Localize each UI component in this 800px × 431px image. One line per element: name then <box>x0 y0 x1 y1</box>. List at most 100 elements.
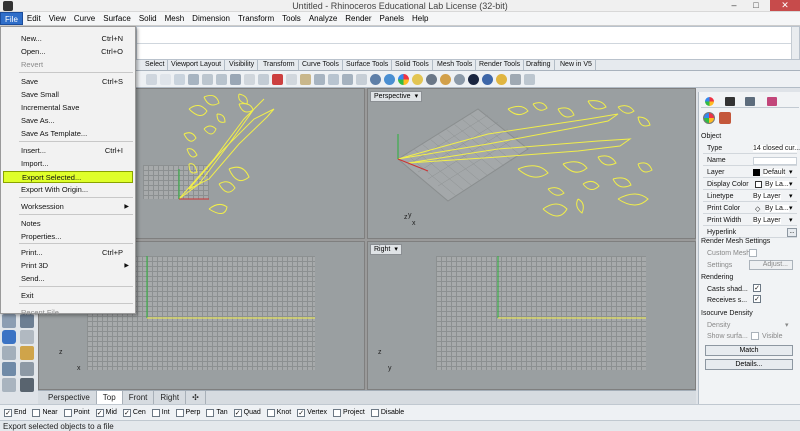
file-menu-item-worksession[interactable]: Worksession ▶ <box>3 201 133 213</box>
check-icon[interactable] <box>20 378 34 392</box>
mesh-icon[interactable] <box>2 346 16 360</box>
snap-end[interactable]: ✓ End <box>4 408 26 417</box>
snap-cen[interactable]: ✓ Cen <box>122 408 146 417</box>
tab-top[interactable]: Top <box>96 391 123 404</box>
file-menu-item-send[interactable]: Send... <box>3 273 133 285</box>
snap-quad[interactable]: ✓ Quad <box>233 408 261 417</box>
block-icon[interactable] <box>2 378 16 392</box>
undo-view-icon[interactable] <box>230 74 241 85</box>
snap-checkbox[interactable] <box>151 408 160 417</box>
prop-display-color-select[interactable]: By La... <box>765 181 789 188</box>
zoom-icon[interactable] <box>174 74 185 85</box>
menu-analyze[interactable]: Analyze <box>305 12 341 25</box>
lock-objects-icon[interactable] <box>300 74 311 85</box>
toolbar-tab-solid-tools[interactable]: Solid Tools <box>392 60 433 70</box>
snap-checkbox[interactable] <box>370 408 379 417</box>
dimension-icon[interactable] <box>20 346 34 360</box>
adjust-button[interactable]: Adjust... <box>749 260 793 270</box>
shaded-icon[interactable] <box>370 74 381 85</box>
snap-near[interactable]: Near <box>32 408 58 417</box>
show-objects-icon[interactable] <box>286 74 297 85</box>
toolbar-tab-surface-tools[interactable]: Surface Tools <box>343 60 393 70</box>
object-properties-icon[interactable] <box>703 112 715 124</box>
snap-checkbox[interactable] <box>63 408 72 417</box>
snap-checkbox[interactable]: ✓ <box>122 408 131 417</box>
snap-checkbox[interactable]: ✓ <box>233 408 242 417</box>
chevron-down-icon[interactable]: ▾ <box>789 216 793 224</box>
toolbar-tab-mesh-tools[interactable]: Mesh Tools <box>434 60 477 70</box>
snap-knot[interactable]: Knot <box>266 408 291 417</box>
casts-shadows-checkbox[interactable]: ✓ <box>753 284 761 292</box>
snap-perp[interactable]: Perp <box>175 408 200 417</box>
command-history[interactable] <box>136 26 800 60</box>
chevron-down-icon[interactable]: ▾ <box>785 321 789 329</box>
snap-checkbox[interactable] <box>175 408 184 417</box>
menu-transform[interactable]: Transform <box>234 12 278 25</box>
file-menu-item-export-with-origin[interactable]: Export With Origin... <box>3 184 133 196</box>
chevron-down-icon[interactable]: ▾ <box>789 180 793 188</box>
file-menu-item-save[interactable]: Save Ctrl+S <box>3 76 133 88</box>
zoom-window-icon[interactable] <box>188 74 199 85</box>
boolean-icon[interactable] <box>20 330 34 344</box>
zoom-selected-icon[interactable] <box>216 74 227 85</box>
file-menu-item-notes[interactable]: Notes <box>3 218 133 230</box>
snap-checkbox[interactable]: ✓ <box>4 408 12 417</box>
snap-checkbox[interactable] <box>266 408 275 417</box>
prop-layer-select[interactable]: Default <box>763 169 786 176</box>
file-menu-item-exit[interactable]: Exit <box>3 290 133 302</box>
menu-file[interactable]: File <box>0 12 23 25</box>
menu-panels[interactable]: Panels <box>376 12 408 25</box>
menu-dimension[interactable]: Dimension <box>188 12 234 25</box>
menu-edit[interactable]: Edit <box>23 12 45 25</box>
menu-view[interactable]: View <box>45 12 70 25</box>
file-menu-item-export-selected[interactable]: Export Selected... <box>3 171 133 183</box>
toolbar-tab-visibility[interactable]: Visibility <box>226 60 259 70</box>
ground-plane-icon[interactable] <box>524 74 535 85</box>
help-tab-icon[interactable] <box>767 97 777 106</box>
menu-surface[interactable]: Surface <box>99 12 135 25</box>
menu-curve[interactable]: Curve <box>70 12 99 25</box>
light-icon[interactable] <box>412 74 423 85</box>
details-button[interactable]: Details... <box>705 359 793 370</box>
prop-name-input[interactable] <box>753 157 797 165</box>
analyze-icon[interactable] <box>20 362 34 376</box>
viewport-right[interactable]: Right ▾ z y <box>367 241 696 390</box>
set-view-icon[interactable] <box>328 74 339 85</box>
toolbar-tab-select[interactable]: Select <box>142 60 169 70</box>
prop-print-color-select[interactable]: By La... <box>765 205 789 212</box>
tab-perspective[interactable]: Perspective <box>42 391 97 404</box>
color-wheel-icon[interactable] <box>398 74 409 85</box>
extrude-icon[interactable] <box>2 330 16 344</box>
file-menu-item-save-as[interactable]: Save As... <box>3 115 133 127</box>
layers-tab-icon[interactable] <box>725 97 735 106</box>
menu-mesh[interactable]: Mesh <box>161 12 189 25</box>
toolbar-tab-render-tools[interactable]: Render Tools <box>476 60 525 70</box>
menu-solid[interactable]: Solid <box>135 12 161 25</box>
options-icon[interactable] <box>454 74 465 85</box>
chevron-down-icon[interactable]: ▾ <box>789 192 793 200</box>
chevron-down-icon[interactable]: ▾ <box>789 204 793 212</box>
named-views-icon[interactable] <box>342 74 353 85</box>
visible-checkbox[interactable] <box>751 332 759 340</box>
chevron-down-icon[interactable]: ▾ <box>789 168 793 176</box>
toolbar-tab-transform[interactable]: Transform <box>260 60 299 70</box>
menu-help[interactable]: Help <box>408 12 432 25</box>
rendered-icon[interactable] <box>384 74 395 85</box>
render-icon[interactable] <box>440 74 451 85</box>
snap-checkbox[interactable] <box>32 408 41 417</box>
tab-right[interactable]: Right <box>154 391 187 404</box>
toolbar-tab-new-in-v5[interactable]: New in V5 <box>557 60 596 70</box>
snap-point[interactable]: Point <box>63 408 90 417</box>
transform-icon[interactable] <box>2 362 16 376</box>
menu-tools[interactable]: Tools <box>278 12 305 25</box>
display-tab-icon[interactable] <box>745 97 755 106</box>
snap-checkbox[interactable]: ✓ <box>95 408 104 417</box>
snap-project[interactable]: Project <box>333 408 365 417</box>
toolbar-extra-icon[interactable] <box>510 74 521 85</box>
maximize-button[interactable]: □ <box>746 0 766 11</box>
properties-tab-icon[interactable] <box>705 97 714 106</box>
file-menu-item-save-small[interactable]: Save Small <box>3 89 133 101</box>
prop-print-width-select[interactable]: By Layer <box>753 217 781 224</box>
snap-mid[interactable]: ✓ Mid <box>95 408 117 417</box>
match-button[interactable]: Match <box>705 345 793 356</box>
